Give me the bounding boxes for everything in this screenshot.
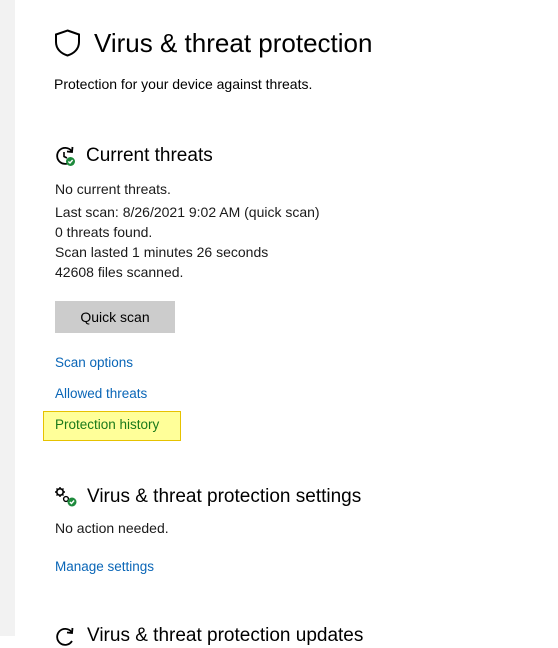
threats-found-text: 0 threats found. (55, 224, 153, 240)
page-subtitle: Protection for your device against threa… (54, 76, 313, 92)
shield-icon (55, 29, 80, 57)
page-title: Virus & threat protection (94, 28, 373, 58)
left-nav-strip (0, 0, 15, 636)
current-threats-title: Current threats (86, 145, 213, 166)
scan-duration-text: Scan lasted 1 minutes 26 seconds (55, 244, 269, 260)
last-scan-text: Last scan: 8/26/2021 9:02 AM (quick scan… (55, 204, 320, 220)
gears-check-icon (55, 487, 77, 507)
settings-status-text: No action needed. (55, 520, 169, 536)
refresh-icon (56, 627, 74, 646)
protection-history-link[interactable]: Protection history (55, 416, 159, 434)
protection-settings-title: Virus & threat protection settings (87, 486, 362, 507)
protection-updates-title: Virus & threat protection updates (87, 625, 364, 646)
quick-scan-button[interactable]: Quick scan (55, 301, 175, 333)
threat-status-text: No current threats. (55, 181, 171, 197)
scan-options-link[interactable]: Scan options (55, 354, 133, 372)
allowed-threats-link: Allowed threats (55, 386, 148, 401)
refresh-check-icon (56, 146, 75, 166)
files-scanned-text: 42608 files scanned. (55, 264, 184, 280)
manage-settings-link[interactable]: Manage settings (55, 558, 154, 576)
